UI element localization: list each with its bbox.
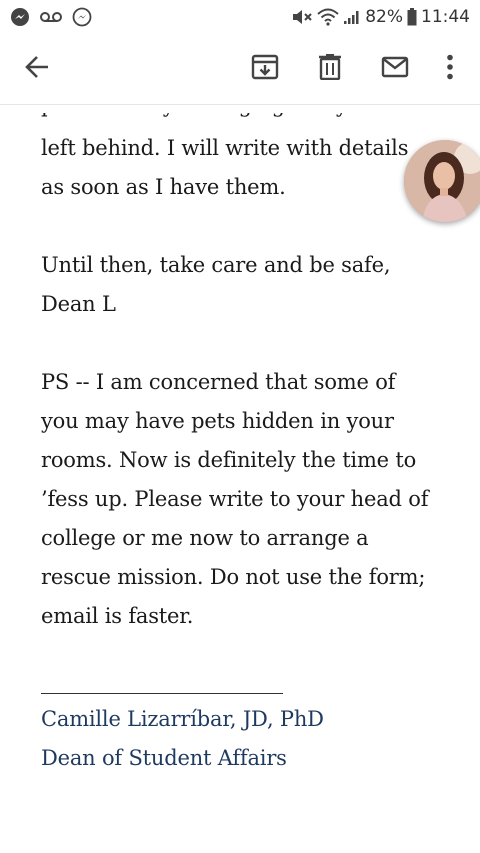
clipped-line: pets and any belongings they were [41,113,451,125]
mute-icon [291,8,313,26]
status-right: 82% 11:44 [291,7,470,27]
body-line: you may have pets hidden in your [41,409,394,433]
battery-percent: 82% [365,7,403,27]
wifi-icon [317,8,339,26]
more-options-button[interactable] [432,51,468,87]
body-line: rescue mission. Do not use the form; [41,565,426,589]
trash-icon [318,54,342,84]
archive-button[interactable] [247,51,283,87]
paragraph-2: Until then, take care and be safe, Dean … [41,246,451,324]
mark-unread-button[interactable] [377,51,413,87]
body-line: email is faster. [41,604,194,628]
avatar-portrait [404,140,480,222]
body-line: ’fess up. Please write to your head of [41,487,429,511]
body-line: as soon as I have them. [41,175,286,199]
messenger-icon [10,7,30,27]
clipped-line-text: pets and any belongings they were [41,113,406,125]
back-button[interactable] [19,51,55,87]
delete-button[interactable] [312,51,348,87]
body-line: college or me now to arrange a [41,526,369,550]
body-line: Until then, take care and be safe, [41,253,391,277]
signal-icon [343,9,361,25]
paragraph-1: left behind. I will write with details a… [41,129,451,207]
body-line: Dean L [41,292,116,316]
signature-title: Dean of Student Affairs [41,746,287,770]
chat-head-avatar[interactable] [404,140,480,222]
battery-icon [407,8,417,26]
arrow-left-icon [24,54,50,84]
more-vertical-icon [446,54,454,84]
envelope-icon [381,56,409,82]
status-bar: 82% 11:44 [0,0,480,34]
body-line: left behind. I will write with details [41,136,409,160]
body-line: rooms. Now is definitely the time to [41,448,417,472]
voicemail-icon [40,10,62,24]
messenger-outline-icon [72,7,92,27]
body-line: PS -- I am concerned that some of [41,370,396,394]
paragraph-ps: PS -- I am concerned that some of you ma… [41,363,451,636]
email-toolbar [0,34,480,105]
email-body: pets and any belongings they were left b… [41,113,451,636]
signature-divider [41,693,283,694]
clock: 11:44 [421,7,470,27]
signature-name: Camille Lizarríbar, JD, PhD [41,707,324,731]
status-left [10,7,92,27]
archive-icon [251,54,279,84]
